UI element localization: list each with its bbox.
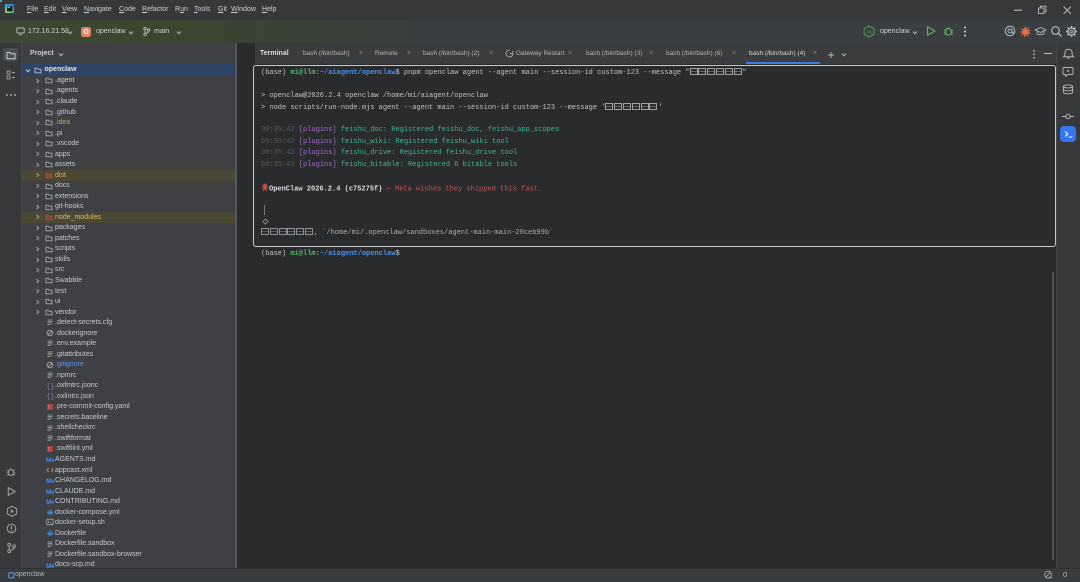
svg-text:!: ! <box>48 405 49 411</box>
svg-text:M: M <box>46 499 51 505</box>
svg-text:M: M <box>46 457 51 463</box>
svg-text:JS: JS <box>866 30 871 35</box>
svg-text:!: ! <box>48 447 49 453</box>
svg-text:M: M <box>46 478 51 484</box>
svg-text:{}: {} <box>46 394 54 401</box>
svg-text:M: M <box>46 489 51 495</box>
svg-text:{}: {} <box>46 383 54 390</box>
